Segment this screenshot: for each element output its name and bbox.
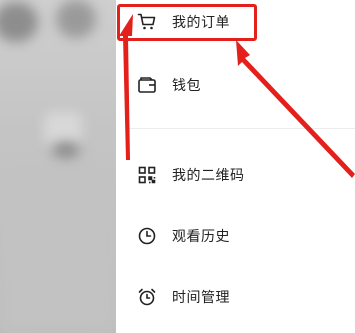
wallet-icon <box>136 74 158 96</box>
blurred-shape <box>0 2 38 42</box>
menu-item-my-qr-code[interactable]: 我的二维码 <box>136 161 245 189</box>
menu-item-label: 时间管理 <box>172 290 230 306</box>
blurred-shape <box>44 112 82 146</box>
blurred-shape <box>0 190 116 333</box>
screen: 我的订单 钱包 我的二维码 观看历史 时间管理 <box>0 0 355 333</box>
blurred-shape <box>56 0 96 38</box>
clock-icon <box>136 225 158 247</box>
annotation-highlight-box <box>117 4 257 41</box>
menu-item-label: 我的二维码 <box>172 168 245 184</box>
blurred-shape <box>52 142 80 158</box>
menu-item-label: 观看历史 <box>172 229 230 245</box>
menu-item-time-management[interactable]: 时间管理 <box>136 283 230 311</box>
menu-item-wallet[interactable]: 钱包 <box>136 71 201 99</box>
menu-item-watch-history[interactable]: 观看历史 <box>136 222 230 250</box>
menu-item-label: 钱包 <box>172 78 201 94</box>
qr-code-icon <box>136 164 158 186</box>
alarm-clock-icon <box>136 286 158 308</box>
divider <box>126 128 355 129</box>
background-page-blurred[interactable] <box>0 0 116 333</box>
